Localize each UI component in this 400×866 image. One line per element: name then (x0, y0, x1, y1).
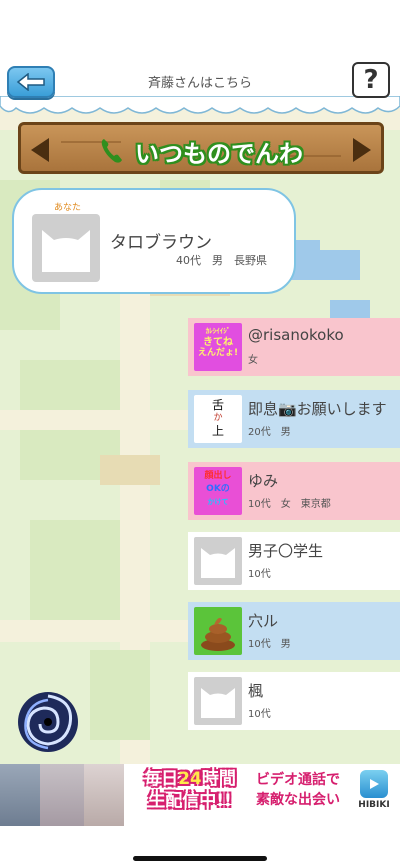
cat-icon (201, 688, 235, 718)
arrow-left-icon (16, 73, 45, 91)
ad-brand-name: HIBIKI (358, 800, 390, 810)
top-header (0, 0, 400, 108)
cat-icon (201, 548, 235, 578)
user-name: @risanokoko (248, 326, 344, 344)
user-name: 楓 (248, 682, 264, 700)
list-item[interactable]: 穴ル 10代 男 (188, 602, 400, 660)
list-item[interactable]: 顔出し OKの かけて ゆみ 10代 女 東京都 (188, 462, 400, 520)
prev-arrow-icon[interactable] (31, 138, 49, 162)
user-info: 10代 (248, 709, 271, 720)
my-name: タロブラウン (110, 233, 212, 253)
call-sign-banner: いつものでんわ (18, 122, 384, 174)
avatar (32, 214, 100, 282)
thumbnail-poop (194, 607, 242, 655)
avatar (194, 677, 242, 725)
vortex-icon[interactable] (16, 690, 80, 754)
sign-title: いつものでんわ (135, 140, 303, 168)
back-button[interactable] (7, 66, 55, 98)
avatar (194, 537, 242, 585)
ad-photo (0, 764, 40, 826)
user-info: 女 (248, 355, 258, 366)
next-arrow-icon[interactable] (353, 138, 371, 162)
list-item[interactable]: ｶﾚｼｲｲｼﾞ きてね えんだょ! @risanokoko 女 (188, 318, 400, 376)
list-item[interactable]: 男子〇学生 10代 (188, 532, 400, 590)
user-name: 穴ル (248, 612, 279, 630)
list-item[interactable]: 楓 10代 (188, 672, 400, 730)
ad-brand: HIBIKI (350, 770, 398, 820)
ad-photo (84, 764, 124, 826)
thumbnail-handwriting: 舌 か 上 (194, 395, 242, 443)
help-button[interactable]: ? (352, 62, 390, 98)
ad-copy: ビデオ通話で 素敵な出会い (256, 772, 340, 808)
poop-icon (201, 617, 235, 651)
my-profile-card[interactable]: あなた タロブラウン 40代 男 長野県 (12, 188, 296, 294)
ad-banner[interactable]: 毎日24時間 生配信中!! ビデオ通話で 素敵な出会い HIBIKI (0, 764, 400, 826)
user-info: 10代 女 東京都 (248, 499, 331, 510)
my-info: 40代 男 長野県 (176, 254, 267, 267)
you-label: あなた (54, 203, 82, 213)
user-info: 10代 男 (248, 639, 291, 650)
ad-headline: 毎日24時間 生配信中!! (144, 769, 236, 811)
thumbnail-sticker: ｶﾚｼｲｲｼﾞ きてね えんだょ! (194, 323, 242, 371)
page-title: 斉藤さんはこちら (147, 76, 252, 91)
user-info: 20代 男 (248, 427, 291, 438)
ad-photo (40, 764, 84, 826)
home-indicator[interactable] (133, 856, 267, 861)
list-item[interactable]: 舌 か 上 即息📷お願いします 20代 男 (188, 390, 400, 448)
user-name: 即息📷お願いします (248, 400, 387, 418)
header-cloud-edge (0, 96, 400, 114)
user-info: 10代 (248, 569, 271, 580)
user-name: 男子〇学生 (248, 542, 324, 560)
cat-icon (42, 230, 90, 272)
user-name: ゆみ (248, 472, 279, 490)
play-icon (360, 770, 388, 798)
thumbnail-sticker: 顔出し OKの かけて (194, 467, 242, 515)
